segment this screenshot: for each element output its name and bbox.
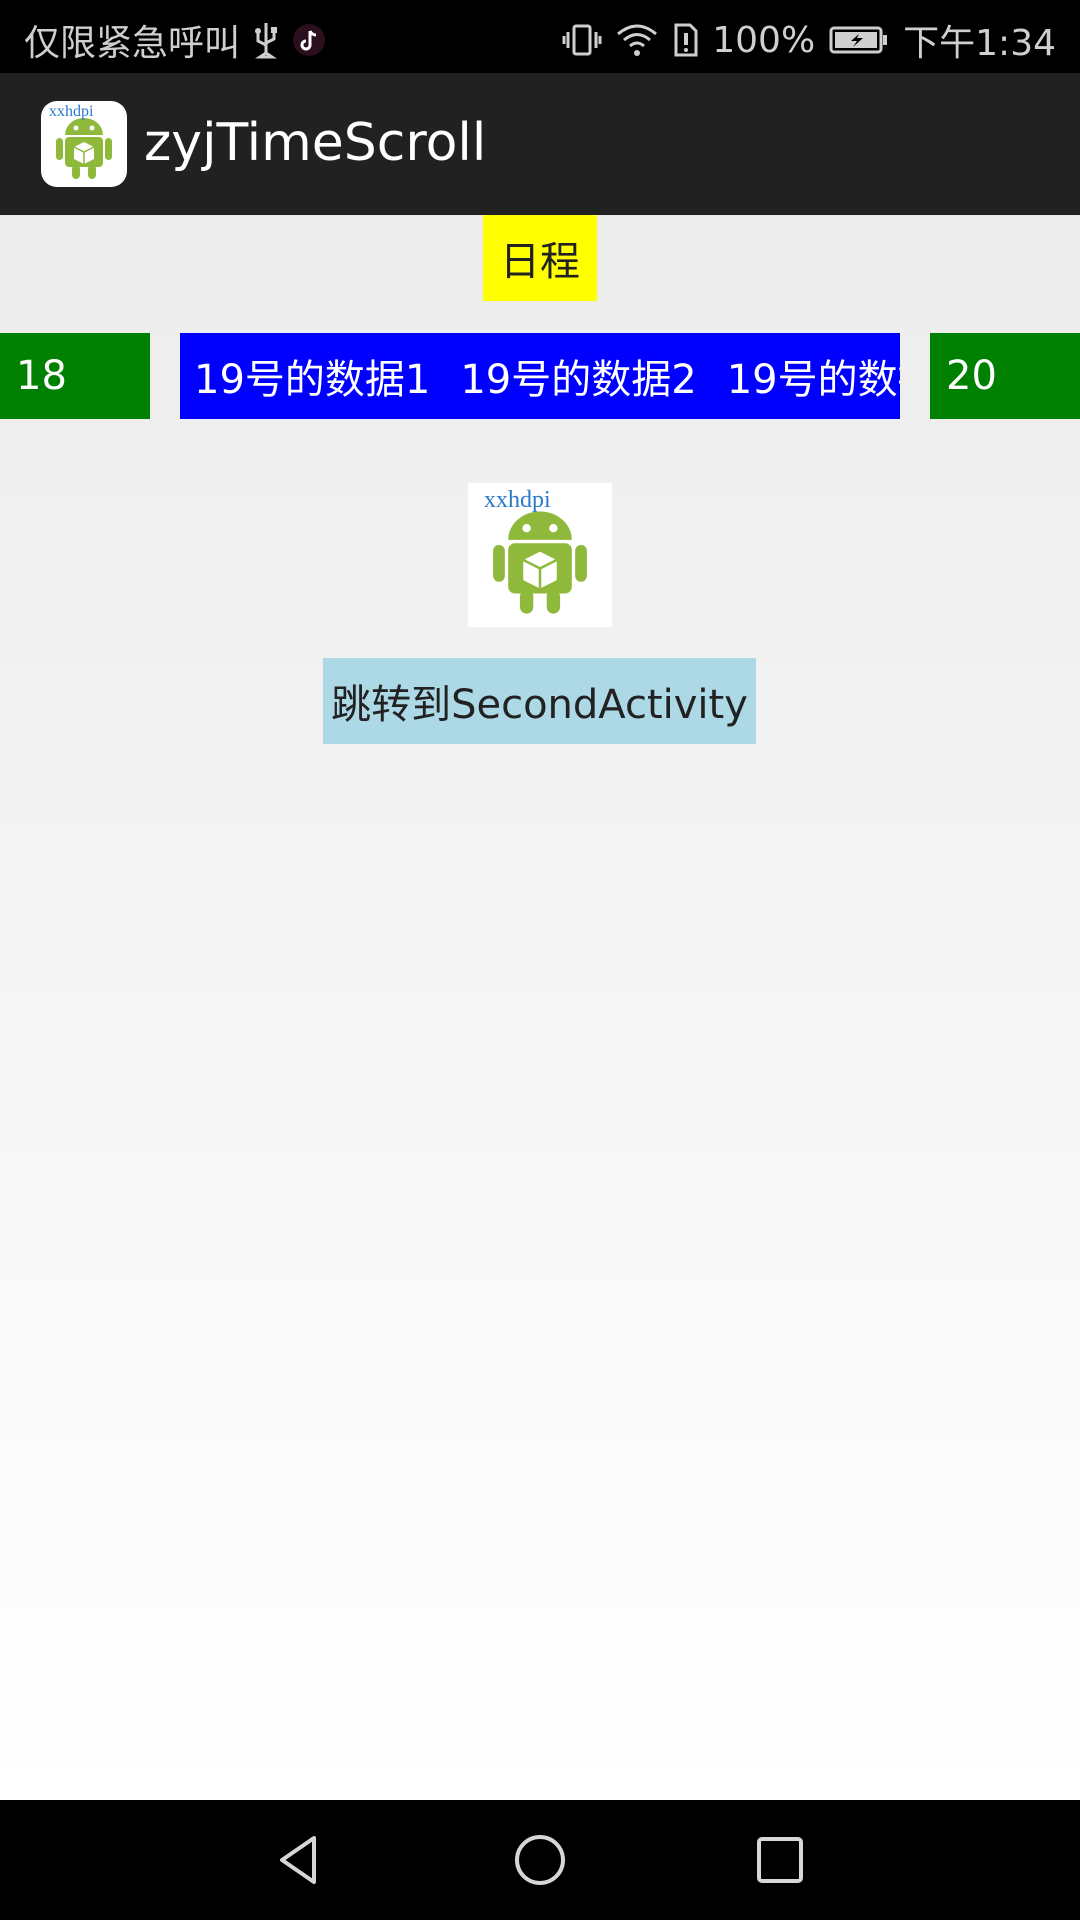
android-robot-image: xxhdpi <box>468 483 612 627</box>
image-watermark: xxhdpi <box>484 487 551 513</box>
home-icon[interactable] <box>510 1830 570 1890</box>
day-cell-prev[interactable]: 18 <box>0 333 150 419</box>
usb-icon <box>252 21 280 59</box>
carrier-text: 仅限紧急呼叫 <box>24 23 241 64</box>
day-data-item: 19号的数据3 <box>726 357 900 403</box>
back-icon[interactable] <box>270 1830 330 1890</box>
day-data-item: 19号的数据2 <box>460 357 697 403</box>
battery-charging-icon <box>829 25 889 55</box>
main-content: 日程 18 19号的数据1 19号的数据2 19号的数据3 20 xxhdpi … <box>0 215 1080 1800</box>
app-title: zyjTimeScroll <box>144 113 487 173</box>
app-bar: xxhdpi zyjTimeScroll <box>0 73 1080 215</box>
jump-second-activity-button[interactable]: 跳转到SecondActivity <box>323 658 756 744</box>
day-cell-next[interactable]: 20 <box>930 333 1080 419</box>
vibrate-icon <box>562 22 602 58</box>
wifi-icon <box>616 22 658 58</box>
day-number: 20 <box>946 353 997 399</box>
icon-watermark: xxhdpi <box>49 103 94 120</box>
app-launcher-icon: xxhdpi <box>41 101 127 187</box>
navigation-bar <box>0 1800 1080 1920</box>
day-number: 18 <box>16 353 67 399</box>
status-bar: 仅限紧急呼叫 100% 下午1:34 <box>0 0 1080 73</box>
day-cell-current[interactable]: 19号的数据1 19号的数据2 19号的数据3 <box>180 333 900 419</box>
schedule-label: 日程 <box>483 215 597 301</box>
battery-percent: 100% <box>712 19 816 61</box>
tiktok-icon <box>292 23 326 57</box>
status-left: 仅限紧急呼叫 <box>24 14 326 66</box>
recents-icon[interactable] <box>750 1830 810 1890</box>
status-right: 100% 下午1:34 <box>562 14 1056 66</box>
day-data-item: 19号的数据1 <box>194 357 431 403</box>
clock-time: 下午1:34 <box>903 23 1056 64</box>
battery-alert-icon <box>672 21 698 59</box>
